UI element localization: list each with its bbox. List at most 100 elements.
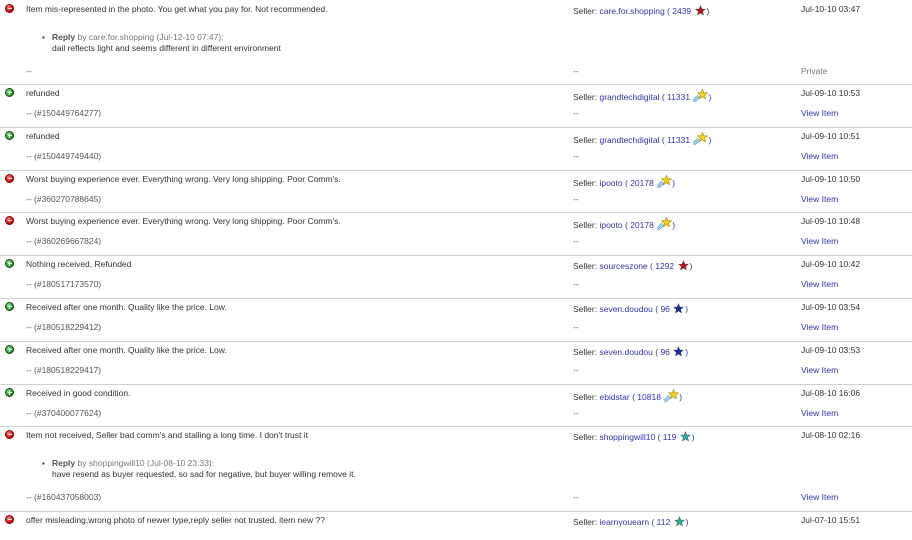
seller-score: 96: [660, 347, 670, 357]
seller-info: Seller: shoppingwill10 ( 119 ): [573, 431, 695, 442]
feedback-comment: Item mis-represented in the photo. You g…: [26, 4, 328, 14]
view-item-link[interactable]: View Item: [801, 151, 838, 161]
feedback-date: Jul-09-10 03:53: [801, 345, 861, 355]
item-number: -- (#360270788645): [26, 194, 102, 204]
seller-score: 11331: [667, 135, 691, 145]
feedback-row: Item not received, Seller bad comm's and…: [0, 426, 912, 511]
turquoise-star-icon: [679, 431, 691, 442]
shooting-star-icon: [656, 217, 673, 231]
row-separator: [0, 298, 912, 299]
seller-label: Seller:: [573, 392, 598, 402]
view-item-link[interactable]: View Item: [801, 279, 838, 289]
seller-link[interactable]: sourceszone ( 1292 ): [599, 260, 692, 271]
seller-name: grandtechdigital: [599, 135, 660, 145]
seller-label: Seller:: [573, 347, 598, 357]
seller-placeholder: --: [573, 492, 579, 502]
reply-label: Reply: [52, 32, 76, 42]
seller-label: Seller:: [573, 517, 598, 527]
view-item-link[interactable]: View Item: [801, 408, 838, 418]
reply-text: dail reflects light and seems different …: [52, 43, 281, 53]
reply-header: Reply by care.for.shopping (Jul-12-10 07…: [52, 32, 224, 42]
seller-link[interactable]: ebidstar ( 10818 ): [599, 389, 682, 403]
shooting-star-icon: [693, 132, 709, 146]
seller-label: Seller:: [573, 178, 598, 188]
turquoise-star-icon: [673, 516, 685, 527]
feedback-comment: Received after one month. Quality like t…: [26, 345, 227, 355]
feedback-row: Worst buying experience ever. Everything…: [0, 170, 912, 212]
item-number: -- (#180517173570): [26, 279, 102, 289]
reply-by-label: by: [77, 32, 87, 42]
seller-link[interactable]: ipooto ( 20178 ): [599, 217, 675, 231]
positive-feedback-icon: [5, 345, 14, 354]
seller-info: Seller: seven.doudou ( 96 ): [573, 303, 688, 314]
view-item-link[interactable]: View Item: [801, 322, 838, 332]
seller-label: Seller:: [573, 432, 598, 442]
seller-score: 112: [656, 517, 671, 527]
seller-score: 2439: [672, 6, 692, 16]
row-separator: [0, 511, 912, 512]
feedback-date: Jul-08-10 16:06: [801, 388, 861, 398]
red-star-icon: [677, 260, 689, 271]
seller-info: Seller: ebidstar ( 10818 ): [573, 389, 682, 403]
feedback-comment: offer misleading,wrong photo of newer ty…: [26, 515, 325, 525]
reply-header: Reply by shoppingwill10 (Jul-08-10 23:33…: [52, 458, 214, 468]
negative-feedback-icon: [5, 430, 14, 439]
seller-label: Seller:: [573, 135, 598, 145]
seller-link[interactable]: seven.doudou ( 96 ): [599, 346, 688, 357]
item-number: -- (#160437058003): [26, 492, 102, 502]
seller-info: Seller: iearnyouearn ( 112 ): [573, 516, 688, 527]
positive-feedback-icon: [5, 259, 14, 268]
seller-info: Seller: sourceszone ( 1292 ): [573, 260, 692, 271]
seller-link[interactable]: grandtechdigital ( 11331 ): [599, 132, 711, 146]
positive-feedback-icon: [5, 88, 14, 97]
feedback-row: Received after one month. Quality like t…: [0, 341, 912, 384]
reply-bullet: ▪: [42, 459, 45, 468]
view-item-link[interactable]: View Item: [801, 108, 838, 118]
item-number: --: [26, 66, 32, 76]
negative-feedback-icon: [5, 174, 14, 183]
seller-name: seven.doudou: [599, 347, 653, 357]
reply-author: shoppingwill10: [88, 458, 145, 468]
view-item-link[interactable]: View Item: [801, 236, 838, 246]
row-separator: [0, 212, 912, 213]
feedback-comment: Item not received, Seller bad comm's and…: [26, 430, 308, 440]
row-separator: [0, 170, 912, 171]
seller-link[interactable]: shoppingwill10 ( 119 ): [599, 431, 695, 442]
seller-name: sourceszone: [599, 261, 648, 271]
seller-name: care.for.shopping: [599, 6, 665, 16]
positive-feedback-icon: [5, 131, 14, 140]
feedback-date: Jul-07-10 15:51: [801, 515, 861, 525]
reply-date: (Jul-12-10 07:47):: [156, 32, 224, 42]
seller-score: 20178: [630, 178, 654, 188]
seller-score: 20178: [630, 220, 654, 230]
reply-bullet: ▪: [42, 33, 45, 42]
seller-label: Seller:: [573, 92, 598, 102]
seller-link[interactable]: care.for.shopping ( 2439 ): [599, 5, 709, 16]
seller-score: 11331: [667, 92, 691, 102]
item-number: -- (#150449749440): [26, 151, 102, 161]
row-separator: [0, 84, 912, 85]
view-item-link[interactable]: View Item: [801, 365, 838, 375]
seller-score: 119: [662, 432, 677, 442]
seller-link[interactable]: seven.doudou ( 96 ): [599, 303, 688, 314]
seller-link[interactable]: grandtechdigital ( 11331 ): [599, 89, 711, 103]
seller-label: Seller:: [573, 220, 598, 230]
feedback-comment: Worst buying experience ever. Everything…: [26, 174, 341, 184]
seller-info: Seller: ipooto ( 20178 ): [573, 217, 675, 231]
feedback-row: refunded Seller: grandtechdigital ( 11331…: [0, 127, 912, 170]
negative-feedback-icon: [5, 216, 14, 225]
seller-info: Seller: care.for.shopping ( 2439 ): [573, 5, 709, 16]
seller-link[interactable]: iearnyouearn ( 112 ): [599, 516, 688, 527]
feedback-row: Nothing received, Refunded Seller: source…: [0, 255, 912, 298]
view-item-link[interactable]: View Item: [801, 492, 838, 502]
private-label: Private: [801, 66, 828, 76]
feedback-row: offer misleading,wrong photo of newer ty…: [0, 511, 912, 540]
reply-label: Reply: [52, 458, 76, 468]
seller-label: Seller:: [573, 304, 598, 314]
seller-link[interactable]: ipooto ( 20178 ): [599, 175, 675, 189]
feedback-date: Jul-10-10 03:47: [801, 4, 861, 14]
feedback-row: Received after one month. Quality like t…: [0, 298, 912, 341]
view-item-link[interactable]: View Item: [801, 194, 838, 204]
feedback-comment: Received in good condition.: [26, 388, 131, 398]
negative-feedback-icon: [5, 515, 14, 524]
